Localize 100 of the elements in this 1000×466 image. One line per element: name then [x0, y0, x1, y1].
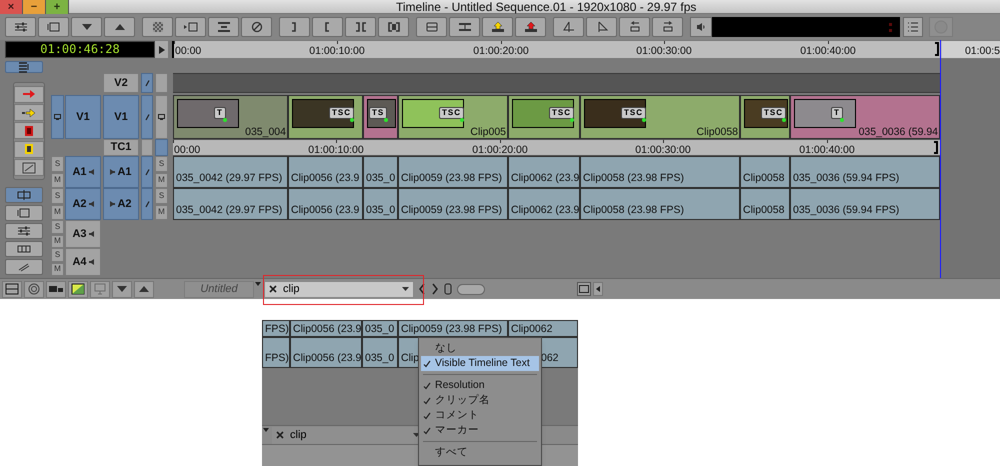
track-toggle-button[interactable]: S — [51, 156, 64, 172]
track-toggle-button[interactable]: M — [51, 172, 64, 188]
bottom-bar-button[interactable] — [112, 280, 132, 298]
record-track-button[interactable]: TC1 — [103, 139, 139, 156]
audio-clip: Clip0062 (23.9 — [508, 188, 580, 220]
search-field[interactable]: clip — [290, 426, 407, 444]
speaker-button[interactable] — [690, 17, 712, 37]
toolbar-button[interactable] — [175, 17, 206, 37]
pencil-icon — [144, 168, 150, 176]
bottom-bar-button[interactable] — [134, 280, 154, 298]
bottom-bar-button[interactable] — [593, 282, 603, 296]
sequence-name-button[interactable]: Untitled — [184, 280, 254, 298]
source-track-button[interactable]: A4 — [65, 248, 101, 276]
toolbar-button[interactable] — [241, 17, 272, 37]
menu-item[interactable]: コメント — [421, 408, 539, 423]
window-control-button[interactable]: − — [23, 0, 46, 14]
toolbar-button[interactable] — [279, 17, 310, 37]
bottom-bar-button[interactable] — [577, 282, 591, 296]
track-toggle-button[interactable]: M — [51, 204, 64, 220]
toolbar-button[interactable] — [553, 17, 584, 37]
toolbar-button[interactable] — [5, 17, 36, 37]
monitor-button[interactable] — [155, 95, 168, 139]
toolbar-button[interactable] — [345, 17, 376, 37]
palette-button[interactable] — [5, 205, 43, 221]
tool-button[interactable] — [14, 122, 44, 140]
monitor-icon — [158, 114, 165, 120]
monitor-icon — [92, 283, 108, 295]
track-list-button[interactable] — [5, 61, 43, 73]
audio-clip: Clip0056 (23.9 — [288, 188, 363, 220]
toolbar-button[interactable] — [378, 17, 409, 37]
record-track-button[interactable]: V2 — [103, 73, 139, 93]
ruler-label: 01:00:5 — [964, 45, 1000, 57]
track-lock-button[interactable] — [141, 73, 153, 93]
source-track-button[interactable]: A1 — [65, 156, 101, 188]
play-icon — [158, 46, 164, 54]
palette-button[interactable] — [5, 259, 43, 275]
track-toggle-button[interactable]: M — [51, 234, 64, 248]
bottom-bar-button[interactable] — [68, 280, 88, 298]
search-bar[interactable]: clip — [264, 280, 414, 298]
tool-button[interactable] — [14, 159, 44, 176]
toolbar-button[interactable] — [38, 17, 69, 37]
frame-icon — [16, 207, 32, 219]
track-toggle-button[interactable]: S — [51, 220, 64, 234]
toolbar-button[interactable] — [312, 17, 343, 37]
toolbar-button[interactable] — [416, 17, 447, 37]
tool-button[interactable] — [14, 140, 44, 158]
bottom-bar-button[interactable] — [2, 280, 22, 298]
palette-button[interactable] — [5, 241, 43, 257]
source-track-button[interactable]: A3 — [65, 220, 101, 248]
bracket-icon — [324, 22, 331, 32]
effect-badge: TSC — [549, 107, 574, 119]
ruler-label: 01:00:30:00 — [635, 144, 691, 156]
menu-icon — [907, 22, 919, 32]
bottom-bar-button[interactable] — [46, 280, 66, 298]
tool-button[interactable] — [14, 104, 44, 122]
track-toggle-button[interactable]: S — [155, 156, 168, 172]
search-field[interactable]: clip — [283, 280, 396, 298]
track-toggle-button[interactable]: S — [51, 248, 64, 262]
track-toggle-button[interactable]: M — [155, 204, 168, 220]
menu-item[interactable]: クリップ名 — [421, 393, 539, 408]
palette-button[interactable] — [5, 187, 43, 203]
window-control-button[interactable]: + — [46, 0, 69, 14]
track-toggle-button[interactable] — [155, 73, 168, 93]
effect-badge: TSC — [621, 107, 646, 119]
toolbar-button[interactable] — [71, 17, 102, 37]
brackets-icon — [386, 21, 402, 33]
play-button[interactable] — [155, 41, 168, 58]
toolbar-button[interactable] — [652, 17, 683, 37]
timecode-display: 01:00:46:28 — [5, 41, 155, 58]
lift-icon — [216, 21, 232, 33]
toolbar-button[interactable] — [586, 17, 617, 37]
source-track-button[interactable]: A2 — [65, 188, 101, 220]
menu-item[interactable]: Resolution — [421, 378, 539, 393]
toolbar-button[interactable] — [449, 17, 480, 37]
menu-button[interactable] — [903, 17, 923, 37]
menu-item[interactable]: マーカー — [421, 423, 539, 438]
scroll-bar[interactable] — [457, 284, 485, 294]
palette-button[interactable] — [5, 223, 43, 239]
toolbar-button[interactable] — [482, 17, 513, 37]
triangle-left-icon — [596, 286, 600, 292]
audio-clip: 035_0036 (59.94 FPS) — [790, 188, 940, 220]
record-track-button[interactable]: A2 — [103, 188, 139, 220]
target-icon — [26, 283, 42, 295]
ruler-label: 01:00:40:00 — [800, 45, 856, 57]
record-track-button[interactable]: A1 — [103, 156, 139, 188]
track-toggle-button[interactable]: S — [155, 188, 168, 204]
film-strip-icon — [16, 243, 32, 255]
track-toggle-button[interactable]: M — [155, 172, 168, 188]
menu-item[interactable]: Visible Timeline Text — [421, 356, 539, 371]
toolbar-button[interactable] — [208, 17, 239, 37]
window-control-button[interactable]: × — [0, 0, 23, 14]
toolbar-button[interactable] — [515, 17, 546, 37]
track-toggle-button[interactable]: S — [51, 188, 64, 204]
toolbar-button[interactable] — [104, 17, 135, 37]
effect-badge: T — [831, 107, 843, 119]
track-toggle-button[interactable]: M — [51, 262, 64, 276]
source-track-button[interactable]: V1 — [65, 95, 101, 139]
toolbar-button[interactable] — [619, 17, 650, 37]
record-track-button[interactable]: V1 — [103, 95, 139, 139]
monitor-button[interactable] — [51, 95, 64, 139]
